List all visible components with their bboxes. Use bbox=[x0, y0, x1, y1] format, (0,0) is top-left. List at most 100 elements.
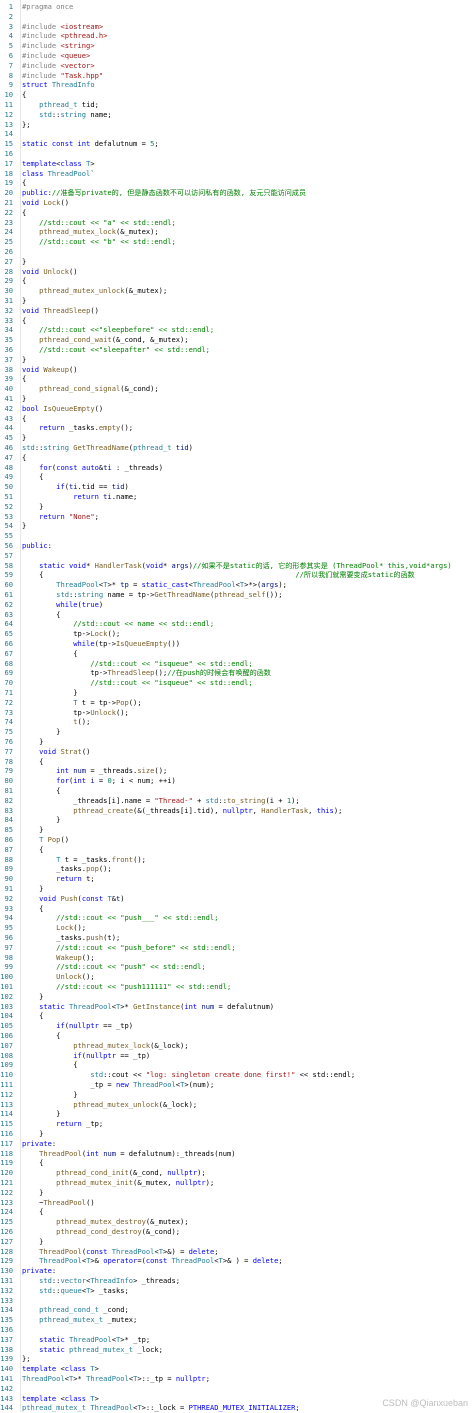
code-line[interactable]: 86 T Pop() bbox=[0, 835, 474, 845]
code-line[interactable]: 65 tp->Lock(); bbox=[0, 629, 474, 639]
code-line[interactable]: 33 { bbox=[0, 316, 474, 326]
code-line[interactable]: 75 } bbox=[0, 727, 474, 737]
code-line[interactable]: 57 bbox=[0, 551, 474, 561]
code-line[interactable]: 109 { bbox=[0, 1060, 474, 1070]
code-line[interactable]: 49 { bbox=[0, 472, 474, 482]
code-line[interactable]: 18 class ThreadPool` bbox=[0, 169, 474, 179]
code-line[interactable]: 8 #include "Task.hpp" bbox=[0, 71, 474, 81]
code-line[interactable]: 1 #pragma once bbox=[0, 2, 474, 12]
code-line[interactable]: 110 std::cout << "log: singleton create … bbox=[0, 1070, 474, 1080]
code-line[interactable]: 77 void Strat() bbox=[0, 747, 474, 757]
code-line[interactable]: 55 bbox=[0, 531, 474, 541]
code-line[interactable]: 84 } bbox=[0, 815, 474, 825]
code-line[interactable]: 88 T t = _tasks.front(); bbox=[0, 855, 474, 865]
code-line[interactable]: 136 bbox=[0, 1325, 474, 1335]
code-line[interactable]: 81 { bbox=[0, 786, 474, 796]
code-line[interactable]: 113 pthread_mutex_unlock(&_lock); bbox=[0, 1100, 474, 1110]
code-line[interactable]: 123 ~ThreadPool() bbox=[0, 1198, 474, 1208]
code-line[interactable]: 97 //std::cout << "push_before" << std::… bbox=[0, 943, 474, 953]
code-line[interactable]: 37} bbox=[0, 355, 474, 365]
code-line[interactable]: 128 ThreadPool(const ThreadPool<T>&) = d… bbox=[0, 1247, 474, 1257]
code-line[interactable]: 24 pthread_mutex_lock(&_mutex); bbox=[0, 227, 474, 237]
code-line[interactable]: 31} bbox=[0, 296, 474, 306]
code-line[interactable]: 132 std::queue<T> _tasks; bbox=[0, 1286, 474, 1296]
code-line[interactable]: 5 #include <string> bbox=[0, 41, 474, 51]
code-line[interactable]: 98 Wakeup(); bbox=[0, 953, 474, 963]
code-line[interactable]: 133 bbox=[0, 1296, 474, 1306]
code-line[interactable]: 25 //std::cout << "b" << std::endl; bbox=[0, 237, 474, 247]
code-line[interactable]: 60 ThreadPool<T>* tp = static_cast<Threa… bbox=[0, 580, 474, 590]
code-line[interactable]: 50 if(ti.tid == tid) bbox=[0, 482, 474, 492]
code-line[interactable]: 72 T t = tp->Pop(); bbox=[0, 698, 474, 708]
code-line[interactable]: 103 static ThreadPool<T>* GetInstance(in… bbox=[0, 1002, 474, 1012]
code-line[interactable]: 13}; bbox=[0, 120, 474, 130]
code-line[interactable]: 79 int num = _threads.size(); bbox=[0, 766, 474, 776]
code-line[interactable]: 16 bbox=[0, 149, 474, 159]
code-line[interactable]: 102 } bbox=[0, 992, 474, 1002]
code-line[interactable]: 44 return _tasks.empty(); bbox=[0, 423, 474, 433]
code-line[interactable]: 141 ThreadPool<T>* ThreadPool<T>::_tp = n… bbox=[0, 1374, 474, 1384]
code-line[interactable]: 129 ThreadPool<T>& operator=(const Threa… bbox=[0, 1256, 474, 1266]
code-line[interactable]: 3 #include <iostream> bbox=[0, 22, 474, 32]
code-line[interactable]: 115 return _tp; bbox=[0, 1119, 474, 1129]
code-line[interactable]: 12 std::string name; bbox=[0, 110, 474, 120]
code-line[interactable]: 43 { bbox=[0, 414, 474, 424]
code-line[interactable]: 95 Lock(); bbox=[0, 923, 474, 933]
code-line[interactable]: 61 std::string name = tp->GetThreadName(… bbox=[0, 590, 474, 600]
code-line[interactable]: 76 } bbox=[0, 737, 474, 747]
code-line[interactable]: 71 } bbox=[0, 688, 474, 698]
code-line[interactable]: 9 struct ThreadInfo bbox=[0, 80, 474, 90]
code-line[interactable]: 64 //std::cout << name << std::endl; bbox=[0, 619, 474, 629]
code-line[interactable]: 104 { bbox=[0, 1011, 474, 1021]
code-line[interactable]: 114 } bbox=[0, 1109, 474, 1119]
code-line[interactable]: 36 //std::cout <<"sleepafter" << std::en… bbox=[0, 345, 474, 355]
code-line[interactable]: 59 { //所以我们就需要变成static的函数 bbox=[0, 570, 474, 580]
code-line[interactable]: 127 } bbox=[0, 1237, 474, 1247]
code-line[interactable]: 23 //std::cout << "a" << std::endl; bbox=[0, 218, 474, 228]
code-line[interactable]: 21 void Lock() bbox=[0, 198, 474, 208]
code-line[interactable]: 66 while(tp->IsQueueEmpty()) bbox=[0, 639, 474, 649]
code-line[interactable]: 56 public: bbox=[0, 541, 474, 551]
code-line[interactable]: 6 #include <queue> bbox=[0, 51, 474, 61]
code-line[interactable]: 107 pthread_mutex_lock(&_lock); bbox=[0, 1041, 474, 1051]
code-line[interactable]: 83 pthread_create(&(_threads[i].tid), nu… bbox=[0, 806, 474, 816]
code-line[interactable]: 92 void Push(const T&t) bbox=[0, 894, 474, 904]
code-line[interactable]: 42 bool IsQueueEmpty() bbox=[0, 404, 474, 414]
code-line[interactable]: 20 public://准备写private的, 但是静态函数不可以访问私有的函数… bbox=[0, 188, 474, 198]
code-line[interactable]: 122 } bbox=[0, 1188, 474, 1198]
code-line[interactable]: 119 { bbox=[0, 1158, 474, 1168]
code-line[interactable]: 26 bbox=[0, 247, 474, 257]
code-line[interactable]: 7 #include <vector> bbox=[0, 61, 474, 71]
code-line[interactable]: 93 { bbox=[0, 904, 474, 914]
code-line[interactable]: 32 void ThreadSleep() bbox=[0, 306, 474, 316]
code-line[interactable]: 11 pthread_t tid; bbox=[0, 100, 474, 110]
code-line[interactable]: 17 template<class T> bbox=[0, 159, 474, 169]
code-line[interactable]: 22 { bbox=[0, 208, 474, 218]
code-line[interactable]: 138 static pthread_mutex_t _lock; bbox=[0, 1345, 474, 1355]
code-line[interactable]: 28 void Unlock() bbox=[0, 267, 474, 277]
code-line[interactable]: 106 { bbox=[0, 1031, 474, 1041]
code-line[interactable]: 85 } bbox=[0, 825, 474, 835]
code-line[interactable]: 139}; bbox=[0, 1354, 474, 1364]
code-line[interactable]: 130 private: bbox=[0, 1266, 474, 1276]
code-line[interactable]: 105 if(nullptr == _tp) bbox=[0, 1021, 474, 1031]
code-line[interactable]: 39 { bbox=[0, 374, 474, 384]
code-line[interactable]: 121 pthread_mutex_init(&_mutex, nullptr)… bbox=[0, 1178, 474, 1188]
code-line[interactable]: 51 return ti.name; bbox=[0, 492, 474, 502]
code-line[interactable]: 52 } bbox=[0, 502, 474, 512]
code-line[interactable]: 101 //std::cout << "push111111" << std::… bbox=[0, 982, 474, 992]
code-line[interactable]: 41} bbox=[0, 394, 474, 404]
code-line[interactable]: 124 { bbox=[0, 1207, 474, 1217]
code-line[interactable]: 89 _tasks.pop(); bbox=[0, 864, 474, 874]
code-line[interactable]: 91 } bbox=[0, 884, 474, 894]
code-line[interactable]: 100 Unlock(); bbox=[0, 972, 474, 982]
code-line[interactable]: 15 static const int defalutnum = 5; bbox=[0, 139, 474, 149]
code-line[interactable]: 116 } bbox=[0, 1129, 474, 1139]
code-line[interactable]: 142 bbox=[0, 1384, 474, 1394]
code-line[interactable]: 137 static ThreadPool<T>* _tp; bbox=[0, 1335, 474, 1345]
code-line[interactable]: 4 #include <pthread.h> bbox=[0, 31, 474, 41]
code-line[interactable]: 108 if(nullptr == _tp) bbox=[0, 1051, 474, 1061]
code-line[interactable]: 19 { bbox=[0, 178, 474, 188]
code-line[interactable]: 10 { bbox=[0, 90, 474, 100]
code-line[interactable]: 46 std::string GetThreadName(pthread_t ti… bbox=[0, 443, 474, 453]
